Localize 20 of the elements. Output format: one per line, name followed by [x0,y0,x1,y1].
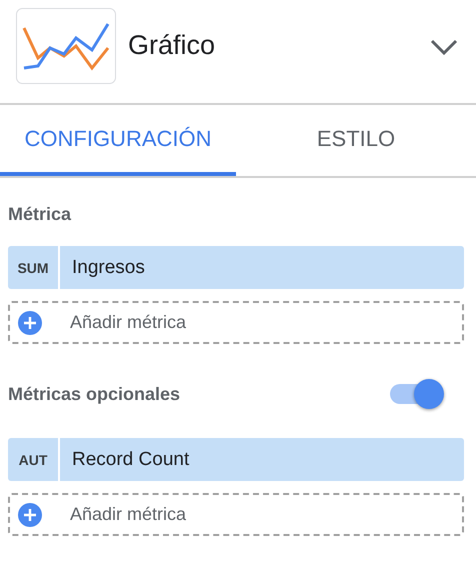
metric-chip[interactable]: SUM Ingresos [8,246,464,289]
metric-chip[interactable]: AUT Record Count [8,438,464,481]
add-metric-label: Añadir métrica [70,312,186,333]
plus-icon [18,502,42,526]
aggregation-label: AUT [8,438,60,481]
tab[interactable]: ESTILO [236,105,476,176]
metric-name: Ingresos [71,256,145,280]
section-label: Métricas opcionales [8,384,180,404]
section-label: Métrica [8,204,72,224]
toggle-switch[interactable] [390,379,444,409]
add-metric-button[interactable]: Añadir métrica [8,493,464,536]
tab[interactable]: CONFIGURACIÓN [0,105,236,176]
chevron-down-icon[interactable] [430,38,458,54]
line-chart-icon [16,8,116,84]
add-metric-label: Añadir métrica [70,504,186,525]
chart-title: Gráfico [128,30,216,61]
add-metric-button[interactable]: Añadir métrica [8,301,464,344]
metric-name: Record Count [71,448,190,472]
plus-icon [18,310,42,334]
aggregation-label: SUM [8,246,60,289]
